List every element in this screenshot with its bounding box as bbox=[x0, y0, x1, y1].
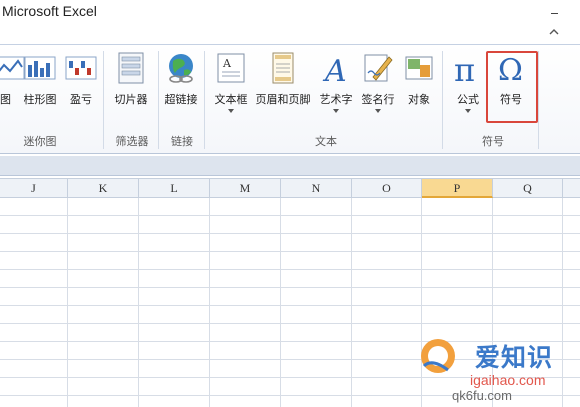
column-header-m[interactable]: M bbox=[210, 179, 281, 198]
equation-label: 公式 bbox=[457, 93, 479, 106]
slicer-icon bbox=[118, 52, 144, 84]
object-icon bbox=[405, 56, 433, 80]
hyperlink-globe-icon bbox=[169, 54, 193, 83]
wordart-dropdown-arrow-icon[interactable] bbox=[333, 109, 339, 113]
signature-line-label: 签名行 bbox=[361, 93, 395, 106]
group-separator bbox=[103, 51, 104, 149]
slicer-label: 切片器 bbox=[114, 93, 148, 106]
winloss-sparkline-label: 盈亏 bbox=[70, 93, 92, 106]
winloss-sparkline-icon bbox=[65, 56, 97, 80]
signature-line-icon bbox=[364, 54, 393, 82]
column-header-o[interactable]: O bbox=[352, 179, 422, 198]
filter-group-label: 筛选器 bbox=[115, 135, 149, 148]
column-sparkline-label: 柱形图 bbox=[23, 93, 57, 106]
column-header-l[interactable]: L bbox=[139, 179, 210, 198]
wordart-button[interactable]: A 艺术字 bbox=[316, 51, 356, 113]
symbol-button-highlight bbox=[486, 51, 538, 123]
equation-dropdown-arrow-icon[interactable] bbox=[465, 109, 471, 113]
svg-text:A: A bbox=[222, 57, 232, 70]
wordart-label: 艺术字 bbox=[319, 93, 353, 106]
watermark-logo-icon bbox=[421, 339, 455, 373]
hyperlink-button[interactable]: 超链接 bbox=[160, 51, 202, 107]
line-sparkline-button[interactable]: 线图 bbox=[0, 51, 25, 107]
minimize-button[interactable] bbox=[548, 4, 562, 18]
title-bar: Microsoft Excel bbox=[0, 0, 580, 30]
symbols-group-label: 符号 bbox=[482, 135, 504, 148]
equation-button[interactable]: π 公式 bbox=[448, 51, 488, 113]
textbox-button[interactable]: A 文本框 bbox=[208, 51, 254, 113]
signature-line-button[interactable]: 签名行 bbox=[358, 51, 398, 113]
sparklines-group-label: 迷你图 bbox=[23, 135, 57, 148]
window-title: Microsoft Excel bbox=[2, 3, 97, 19]
column-sparkline-icon bbox=[24, 56, 56, 80]
column-header-n[interactable]: N bbox=[281, 179, 352, 198]
signature-line-dropdown-arrow-icon[interactable] bbox=[375, 109, 381, 113]
hyperlink-label: 超链接 bbox=[164, 93, 198, 106]
watermark-title: 爱知识 bbox=[475, 343, 554, 372]
watermark-url: igaihao.com bbox=[470, 372, 546, 388]
object-label: 对象 bbox=[408, 93, 430, 106]
text-group-label: 文本 bbox=[315, 135, 337, 148]
header-footer-icon bbox=[272, 52, 294, 84]
wordart-icon: A bbox=[322, 54, 347, 85]
svg-text:A: A bbox=[322, 54, 347, 85]
group-separator bbox=[204, 51, 205, 149]
group-separator bbox=[442, 51, 443, 149]
column-header-next[interactable] bbox=[563, 179, 580, 198]
formula-bar-strip bbox=[0, 156, 580, 176]
textbox-icon: A bbox=[217, 53, 245, 83]
line-sparkline-label: 线图 bbox=[0, 93, 11, 106]
group-separator bbox=[538, 51, 539, 149]
header-footer-label: 页眉和页脚 bbox=[255, 93, 311, 106]
textbox-dropdown-arrow-icon[interactable] bbox=[228, 109, 234, 113]
links-group-label: 链接 bbox=[171, 135, 193, 148]
textbox-label: 文本框 bbox=[214, 93, 248, 106]
column-header-j[interactable]: J bbox=[0, 179, 68, 198]
group-separator bbox=[158, 51, 159, 149]
svg-text:π: π bbox=[454, 51, 475, 85]
column-header-k[interactable]: K bbox=[68, 179, 139, 198]
watermark-url-secondary: qk6fu.com bbox=[452, 388, 512, 403]
header-footer-button[interactable]: 页眉和页脚 bbox=[252, 51, 314, 107]
column-header-q[interactable]: Q bbox=[493, 179, 563, 198]
slicer-button[interactable]: 切片器 bbox=[108, 51, 154, 107]
object-button[interactable]: 对象 bbox=[400, 51, 438, 107]
ribbon-collapse-chevron-icon[interactable] bbox=[549, 28, 559, 36]
equation-pi-icon: π bbox=[454, 51, 475, 85]
winloss-sparkline-button[interactable]: 盈亏 bbox=[63, 51, 99, 107]
column-headers: J K L M N O P Q bbox=[0, 178, 580, 198]
column-header-p-active[interactable]: P bbox=[422, 179, 493, 198]
column-sparkline-button[interactable]: 柱形图 bbox=[22, 51, 58, 107]
